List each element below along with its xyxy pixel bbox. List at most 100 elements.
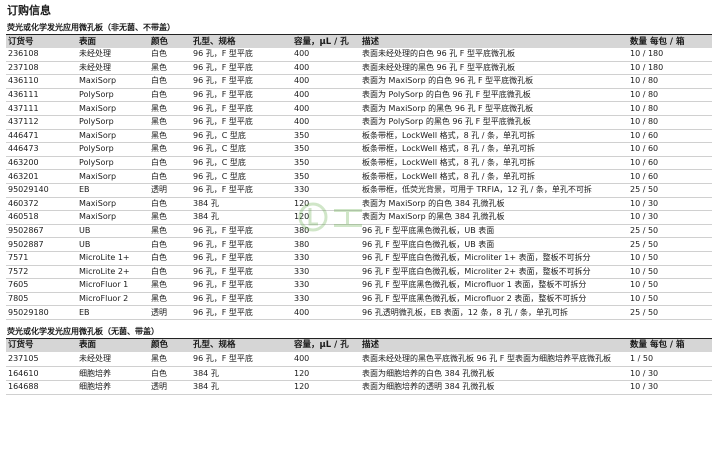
cell-order-no: 7605	[6, 278, 77, 293]
col-capacity: 容量，μL / 孔	[292, 35, 360, 48]
cell-order-no: 460518	[6, 210, 77, 225]
cell-type: 96 孔，F 型平底	[191, 74, 292, 89]
cell-type: 96 孔，C 型底	[191, 156, 292, 171]
cell-description: 表面为 PolySorp 的黑色 96 孔 F 型平底微孔板	[360, 115, 628, 130]
section2-title: 荧光或化学发光应用微孔板（无菌、带盖）	[6, 326, 712, 339]
cell-capacity: 330	[292, 265, 360, 280]
cell-qty: 10 / 50	[628, 278, 712, 293]
table-row: 463200 PolySorp 白色 96 孔，C 型底 350 板条带框，LockWel…	[6, 156, 712, 171]
cell-order-no: 9502867	[6, 224, 77, 239]
cell-capacity: 400	[292, 115, 360, 130]
table-row: 7571 MicroLite 1+ 白色 96 孔，F 型平底 330 96 孔 F 型平…	[6, 251, 712, 266]
cell-color: 白色	[149, 366, 191, 382]
cell-color: 白色	[149, 237, 191, 252]
cell-description: 板条带框，LockWell 格式，8 孔 / 条，单孔可拆	[360, 129, 628, 144]
col-qty: 数量 每包 / 箱	[628, 338, 712, 352]
cell-description: 板条带框，低荧光背景，可用于 TRFIA，12 孔 / 条，单孔不可拆	[360, 183, 628, 198]
cell-capacity: 120	[292, 366, 360, 382]
cell-capacity: 330	[292, 278, 360, 293]
cell-surface: MicroLite 1+	[77, 251, 149, 266]
cell-type: 96 孔，F 型平底	[191, 48, 292, 62]
cell-qty: 25 / 50	[628, 183, 712, 198]
cell-description: 96 孔 F 型平底黑色微孔板，UB 表面	[360, 224, 628, 239]
cell-color: 白色	[149, 197, 191, 212]
cell-description: 96 孔 F 型平底黑色微孔板，Microfluor 2 表面，整板不可拆分	[360, 292, 628, 307]
cell-description: 表面未经处理的白色 96 孔 F 型平底微孔板	[360, 48, 628, 62]
cell-capacity: 400	[292, 61, 360, 76]
cell-description: 板条带框，LockWell 格式，8 孔 / 条，单孔可拆	[360, 169, 628, 184]
cell-order-no: 9502887	[6, 237, 77, 252]
cell-order-no: 446473	[6, 142, 77, 157]
cell-qty: 10 / 30	[628, 380, 712, 395]
cell-color: 黑色	[149, 210, 191, 225]
cell-color: 白色	[149, 48, 191, 62]
cell-description: 表面为细胞培养的白色 384 孔微孔板	[360, 366, 628, 382]
cell-description: 板条带框，LockWell 格式，8 孔 / 条，单孔可拆	[360, 142, 628, 157]
cell-surface: PolySorp	[77, 115, 149, 130]
cell-qty: 10 / 80	[628, 88, 712, 103]
table-row: 164688 细胞培养 透明 384 孔 120 表面为细胞培养的透明 384 孔微孔板 1…	[6, 380, 712, 395]
col-type: 孔型、规格	[191, 35, 292, 48]
table-row: 463201 MaxiSorp 白色 96 孔，C 型底 350 板条带框，LockWel…	[6, 169, 712, 184]
cell-qty: 10 / 180	[628, 48, 712, 62]
cell-color: 黑色	[149, 278, 191, 293]
cell-description: 96 孔 F 型平底黑色微孔板，Microfluor 1 表面，整板不可拆分	[360, 278, 628, 293]
cell-type: 96 孔，F 型平底	[191, 224, 292, 239]
cell-surface: UB	[77, 237, 149, 252]
cell-surface: PolySorp	[77, 142, 149, 157]
table-row: 437111 MaxiSorp 黑色 96 孔，F 型平底 400 表面为 MaxiSor…	[6, 101, 712, 116]
table-row: 164610 细胞培养 白色 384 孔 120 表面为细胞培养的白色 384 孔微孔板 1…	[6, 366, 712, 382]
cell-surface: 细胞培养	[77, 366, 149, 382]
cell-surface: MaxiSorp	[77, 169, 149, 184]
cell-type: 96 孔，C 型底	[191, 142, 292, 157]
cell-surface: EB	[77, 305, 149, 320]
cell-order-no: 95029180	[6, 305, 77, 320]
cell-description: 表面为 MaxiSorp 的黑色 384 孔微孔板	[360, 210, 628, 225]
cell-order-no: 7571	[6, 251, 77, 266]
cell-qty: 10 / 60	[628, 142, 712, 157]
cell-type: 96 孔，F 型平底	[191, 351, 292, 368]
cell-qty: 10 / 80	[628, 74, 712, 89]
cell-capacity: 350	[292, 129, 360, 144]
cell-qty: 10 / 60	[628, 169, 712, 184]
cell-qty: 10 / 80	[628, 115, 712, 130]
cell-order-no: 437111	[6, 101, 77, 116]
col-color: 颜色	[149, 35, 191, 48]
cell-color: 黑色	[149, 129, 191, 144]
table-row: 446471 MaxiSorp 黑色 96 孔，C 型底 350 板条带框，LockWel…	[6, 129, 712, 144]
cell-type: 96 孔，C 型底	[191, 129, 292, 144]
cell-type: 384 孔	[191, 366, 292, 382]
col-capacity: 容量，μL / 孔	[292, 338, 360, 352]
cell-qty: 10 / 30	[628, 210, 712, 225]
cell-type: 384 孔	[191, 380, 292, 395]
cell-qty: 10 / 30	[628, 197, 712, 212]
cell-capacity: 350	[292, 156, 360, 171]
cell-order-no: 437112	[6, 115, 77, 130]
cell-qty: 1 / 50	[628, 351, 712, 368]
table-header-row: 订货号 表面 颜色 孔型、规格 容量，μL / 孔 描述 数量 每包 / 箱	[6, 35, 712, 48]
col-surface: 表面	[77, 35, 149, 48]
col-type: 孔型、规格	[191, 338, 292, 352]
cell-qty: 10 / 50	[628, 265, 712, 280]
cell-type: 96 孔，C 型底	[191, 169, 292, 184]
cell-qty: 25 / 50	[628, 305, 712, 320]
cell-capacity: 400	[292, 351, 360, 368]
table-row: 95029180 EB 透明 96 孔，F 型平底 400 96 孔透明微孔板，EB 表面…	[6, 305, 712, 320]
cell-surface: MaxiSorp	[77, 210, 149, 225]
cell-surface: 未经处理	[77, 48, 149, 62]
cell-description: 表面为 MaxiSorp 的白色 96 孔 F 型平底微孔板	[360, 74, 628, 89]
table-row: 9502887 UB 白色 96 孔，F 型平底 380 96 孔 F 型平底白色微孔板，…	[6, 237, 712, 252]
table-row: 95029140 EB 透明 96 孔，F 型平底 330 板条带框，低荧光背景，可用于 …	[6, 183, 712, 198]
cell-color: 透明	[149, 183, 191, 198]
cell-type: 96 孔，F 型平底	[191, 101, 292, 116]
section2-table: 订货号 表面 颜色 孔型、规格 容量，μL / 孔 描述 数量 每包 / 箱 2…	[6, 338, 712, 395]
cell-capacity: 400	[292, 305, 360, 320]
cell-description: 板条带框，LockWell 格式，8 孔 / 条，单孔可拆	[360, 156, 628, 171]
cell-color: 白色	[149, 156, 191, 171]
cell-surface: MicroLite 2+	[77, 265, 149, 280]
cell-description: 96 孔 F 型平底白色微孔板，Microliter 1+ 表面，整板不可拆分	[360, 251, 628, 266]
cell-type: 96 孔，F 型平底	[191, 251, 292, 266]
cell-surface: 未经处理	[77, 351, 149, 368]
cell-surface: PolySorp	[77, 88, 149, 103]
cell-capacity: 350	[292, 169, 360, 184]
